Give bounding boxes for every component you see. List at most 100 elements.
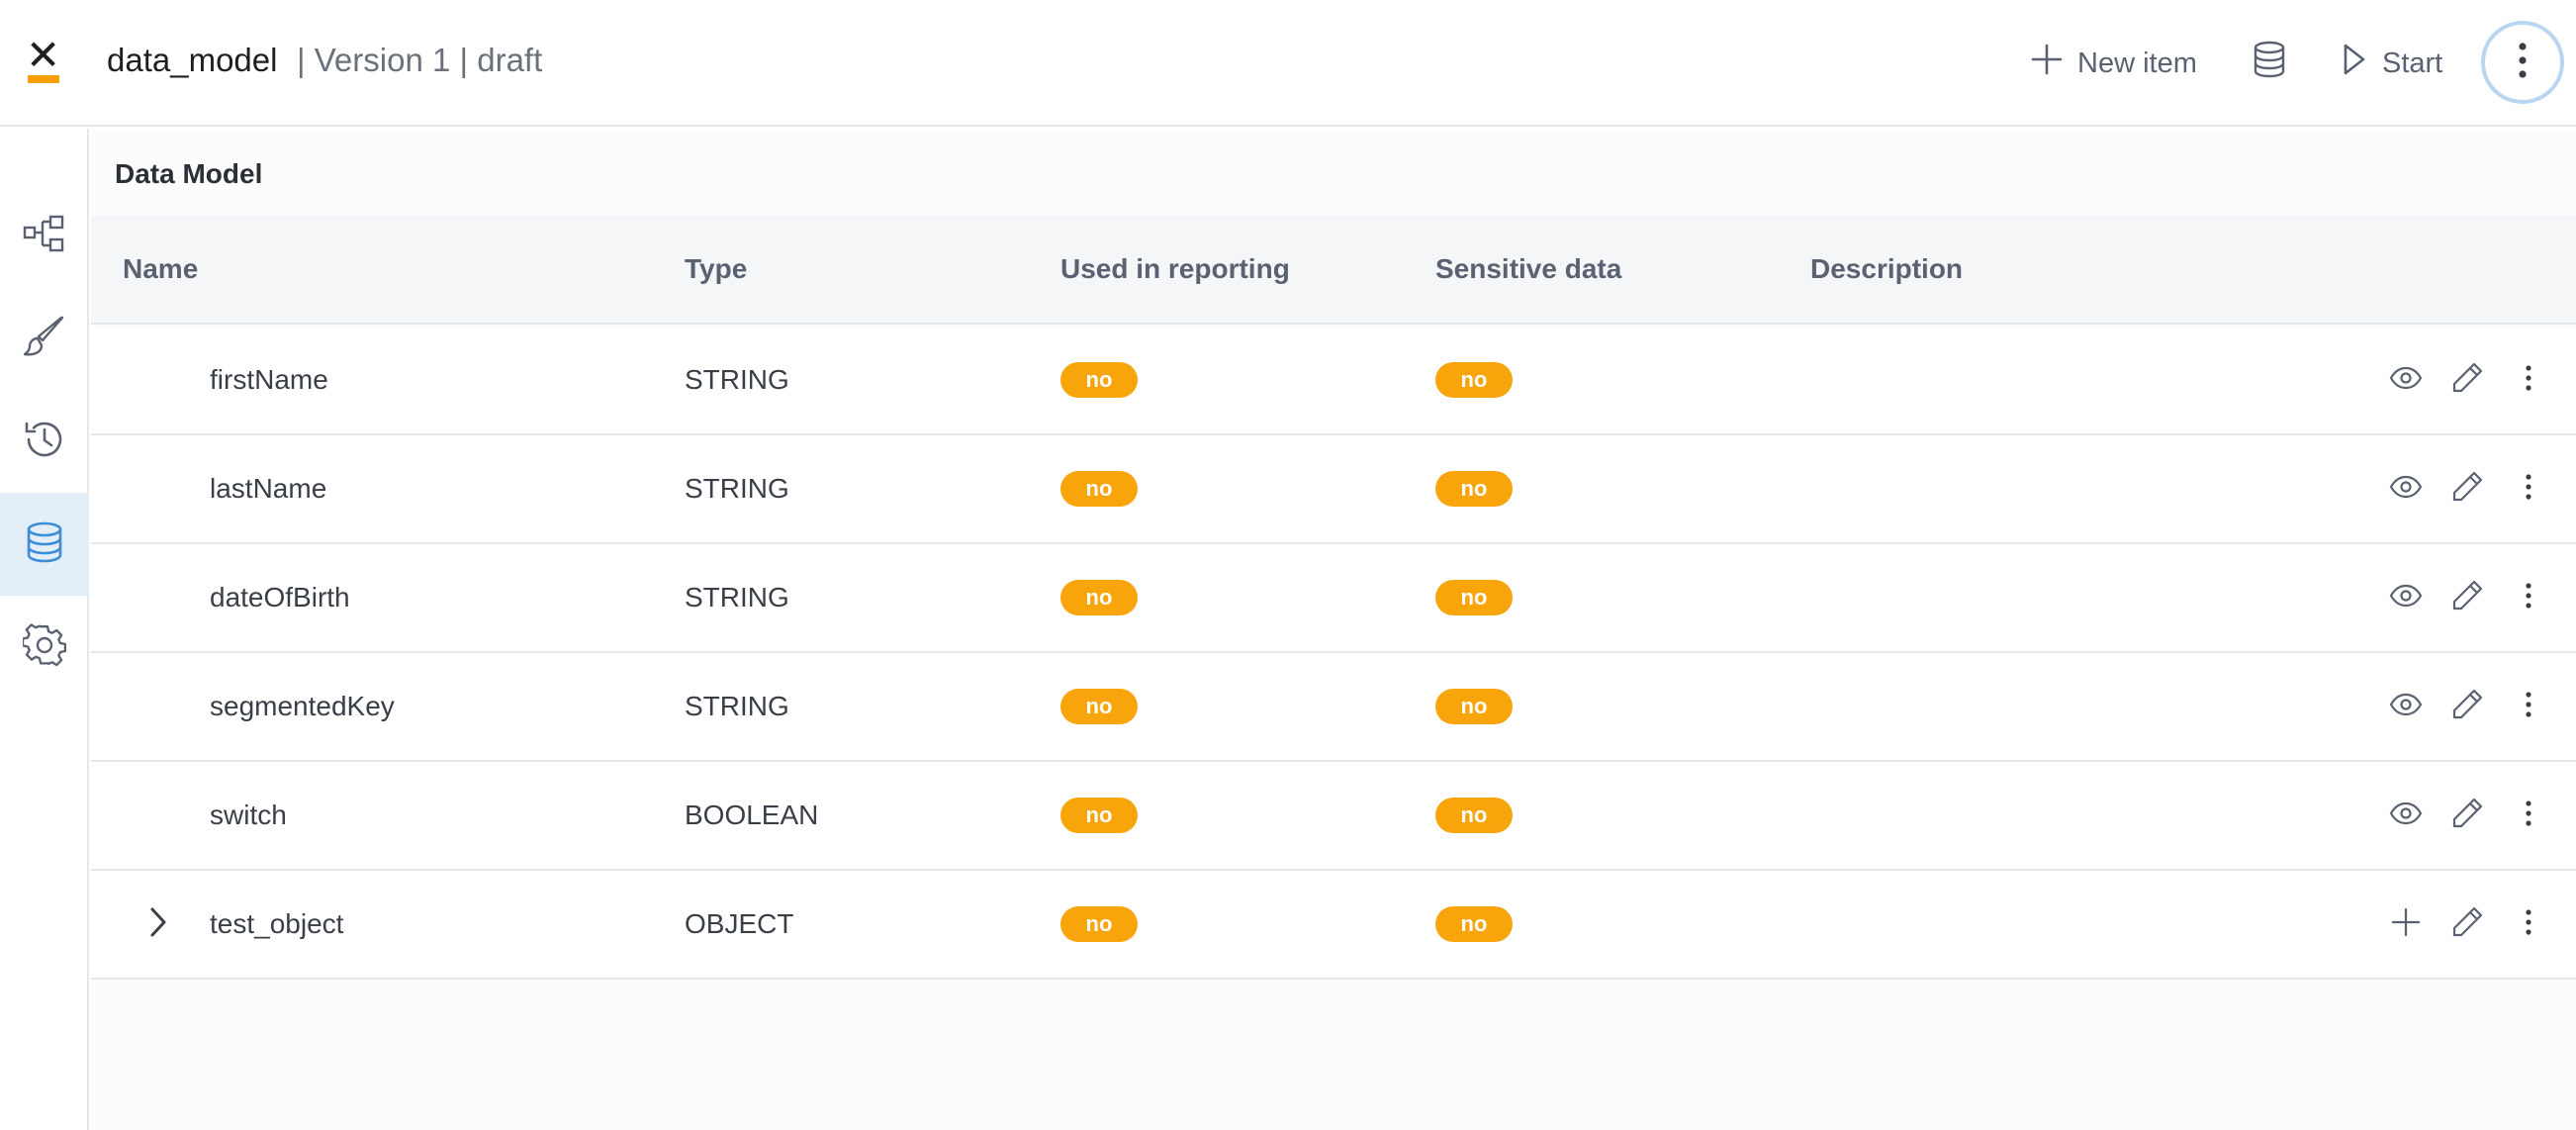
database-icon: [2252, 41, 2287, 86]
view-button[interactable]: [2386, 469, 2426, 509]
edit-button[interactable]: [2447, 469, 2487, 509]
table-header: Name Type Used in reporting Sensitive da…: [91, 216, 2576, 325]
row-type: STRING: [685, 691, 789, 721]
sidebar-item-settings[interactable]: [0, 596, 89, 699]
sensitive-badge: no: [1435, 362, 1513, 398]
eye-icon: [2389, 801, 2423, 830]
row-name: firstName: [210, 364, 328, 395]
table-row[interactable]: dateOfBirth STRING no no: [91, 544, 2576, 653]
row-more-button[interactable]: [2509, 578, 2548, 617]
view-button[interactable]: [2386, 578, 2426, 617]
table-row[interactable]: test_object OBJECT no no: [91, 871, 2576, 980]
expand-row-button[interactable]: [138, 904, 178, 944]
process-flow-icon: [23, 214, 66, 258]
top-bar: ✕ data_model | Version 1 | draft New ite…: [0, 0, 2576, 127]
table-row[interactable]: segmentedKey STRING no no: [91, 653, 2576, 762]
row-type: STRING: [685, 582, 789, 612]
table-row[interactable]: firstName STRING no no: [91, 327, 2576, 435]
row-more-button[interactable]: [2509, 360, 2548, 400]
sidebar-item-process[interactable]: [0, 184, 89, 287]
kebab-menu-icon: [2525, 582, 2532, 614]
app-title: data_model: [107, 42, 278, 78]
plus-icon: [2030, 43, 2064, 84]
row-name: switch: [210, 800, 287, 830]
sensitive-badge: no: [1435, 798, 1513, 833]
page-title: Data Model: [115, 158, 263, 189]
row-more-button[interactable]: [2509, 796, 2548, 835]
edit-button[interactable]: [2447, 796, 2487, 835]
row-more-button[interactable]: [2509, 469, 2548, 509]
main-content: Data Model Name Type Used in reporting S…: [91, 129, 2576, 1130]
sensitive-badge: no: [1435, 906, 1513, 942]
reporting-badge: no: [1060, 580, 1138, 615]
kebab-menu-icon: [2525, 691, 2532, 723]
add-child-button[interactable]: [2386, 904, 2426, 944]
kebab-menu-icon: [2525, 908, 2532, 941]
pencil-icon: [2450, 797, 2484, 835]
edit-button[interactable]: [2447, 904, 2487, 944]
sidebar-item-history[interactable]: [0, 390, 89, 493]
sensitive-badge: no: [1435, 471, 1513, 507]
row-more-button[interactable]: [2509, 904, 2548, 944]
version-status: | Version 1 | draft: [297, 42, 543, 78]
history-icon: [23, 418, 66, 466]
app-logo[interactable]: ✕: [24, 34, 63, 87]
reporting-badge: no: [1060, 798, 1138, 833]
pencil-icon: [2450, 579, 2484, 617]
view-button[interactable]: [2386, 796, 2426, 835]
start-label: Start: [2382, 47, 2443, 79]
reporting-badge: no: [1060, 689, 1138, 724]
column-header-reporting[interactable]: Used in reporting: [1060, 253, 1290, 285]
pencil-icon: [2450, 361, 2484, 400]
row-name: lastName: [210, 473, 327, 504]
view-button[interactable]: [2386, 360, 2426, 400]
database-icon: [25, 521, 64, 568]
row-name: test_object: [210, 908, 344, 939]
reporting-badge: no: [1060, 362, 1138, 398]
view-button[interactable]: [2386, 687, 2426, 726]
chevron-right-icon: [148, 906, 168, 943]
row-more-button[interactable]: [2509, 687, 2548, 726]
pencil-icon: [2450, 688, 2484, 726]
edit-button[interactable]: [2447, 578, 2487, 617]
play-icon: [2341, 43, 2368, 84]
pencil-icon: [2450, 905, 2484, 944]
new-item-button[interactable]: New item: [2030, 36, 2197, 91]
eye-icon: [2389, 475, 2423, 504]
column-header-name[interactable]: Name: [123, 253, 198, 285]
sidebar-item-theme[interactable]: [0, 287, 89, 390]
reporting-badge: no: [1060, 471, 1138, 507]
sidebar: [0, 129, 89, 1130]
column-header-type[interactable]: Type: [685, 253, 747, 285]
row-type: OBJECT: [685, 908, 794, 939]
pencil-icon: [2450, 470, 2484, 509]
column-header-description[interactable]: Description: [1810, 253, 1963, 285]
row-type: STRING: [685, 473, 789, 504]
eye-icon: [2389, 693, 2423, 721]
row-type: STRING: [685, 364, 789, 395]
reporting-badge: no: [1060, 906, 1138, 942]
column-header-sensitive[interactable]: Sensitive data: [1435, 253, 1621, 285]
kebab-menu-icon: [2525, 473, 2532, 506]
new-item-label: New item: [2077, 47, 2197, 79]
eye-icon: [2389, 584, 2423, 612]
sensitive-badge: no: [1435, 580, 1513, 615]
table-row[interactable]: switch BOOLEAN no no: [91, 762, 2576, 871]
kebab-menu-icon: [2525, 364, 2532, 397]
table-row[interactable]: lastName STRING no no: [91, 435, 2576, 544]
more-options-button[interactable]: [2481, 21, 2564, 104]
row-type: BOOLEAN: [685, 800, 819, 830]
edit-button[interactable]: [2447, 360, 2487, 400]
row-name: segmentedKey: [210, 691, 395, 721]
plus-icon: [2391, 907, 2421, 942]
sensitive-badge: no: [1435, 689, 1513, 724]
data-model-button[interactable]: [2252, 36, 2287, 91]
kebab-menu-icon: [2518, 41, 2528, 85]
eye-icon: [2389, 366, 2423, 395]
gear-icon: [21, 622, 67, 672]
sidebar-item-data-model[interactable]: [0, 493, 89, 596]
edit-button[interactable]: [2447, 687, 2487, 726]
brush-icon: [23, 315, 66, 363]
start-button[interactable]: Start: [2341, 36, 2442, 91]
row-name: dateOfBirth: [210, 582, 350, 612]
